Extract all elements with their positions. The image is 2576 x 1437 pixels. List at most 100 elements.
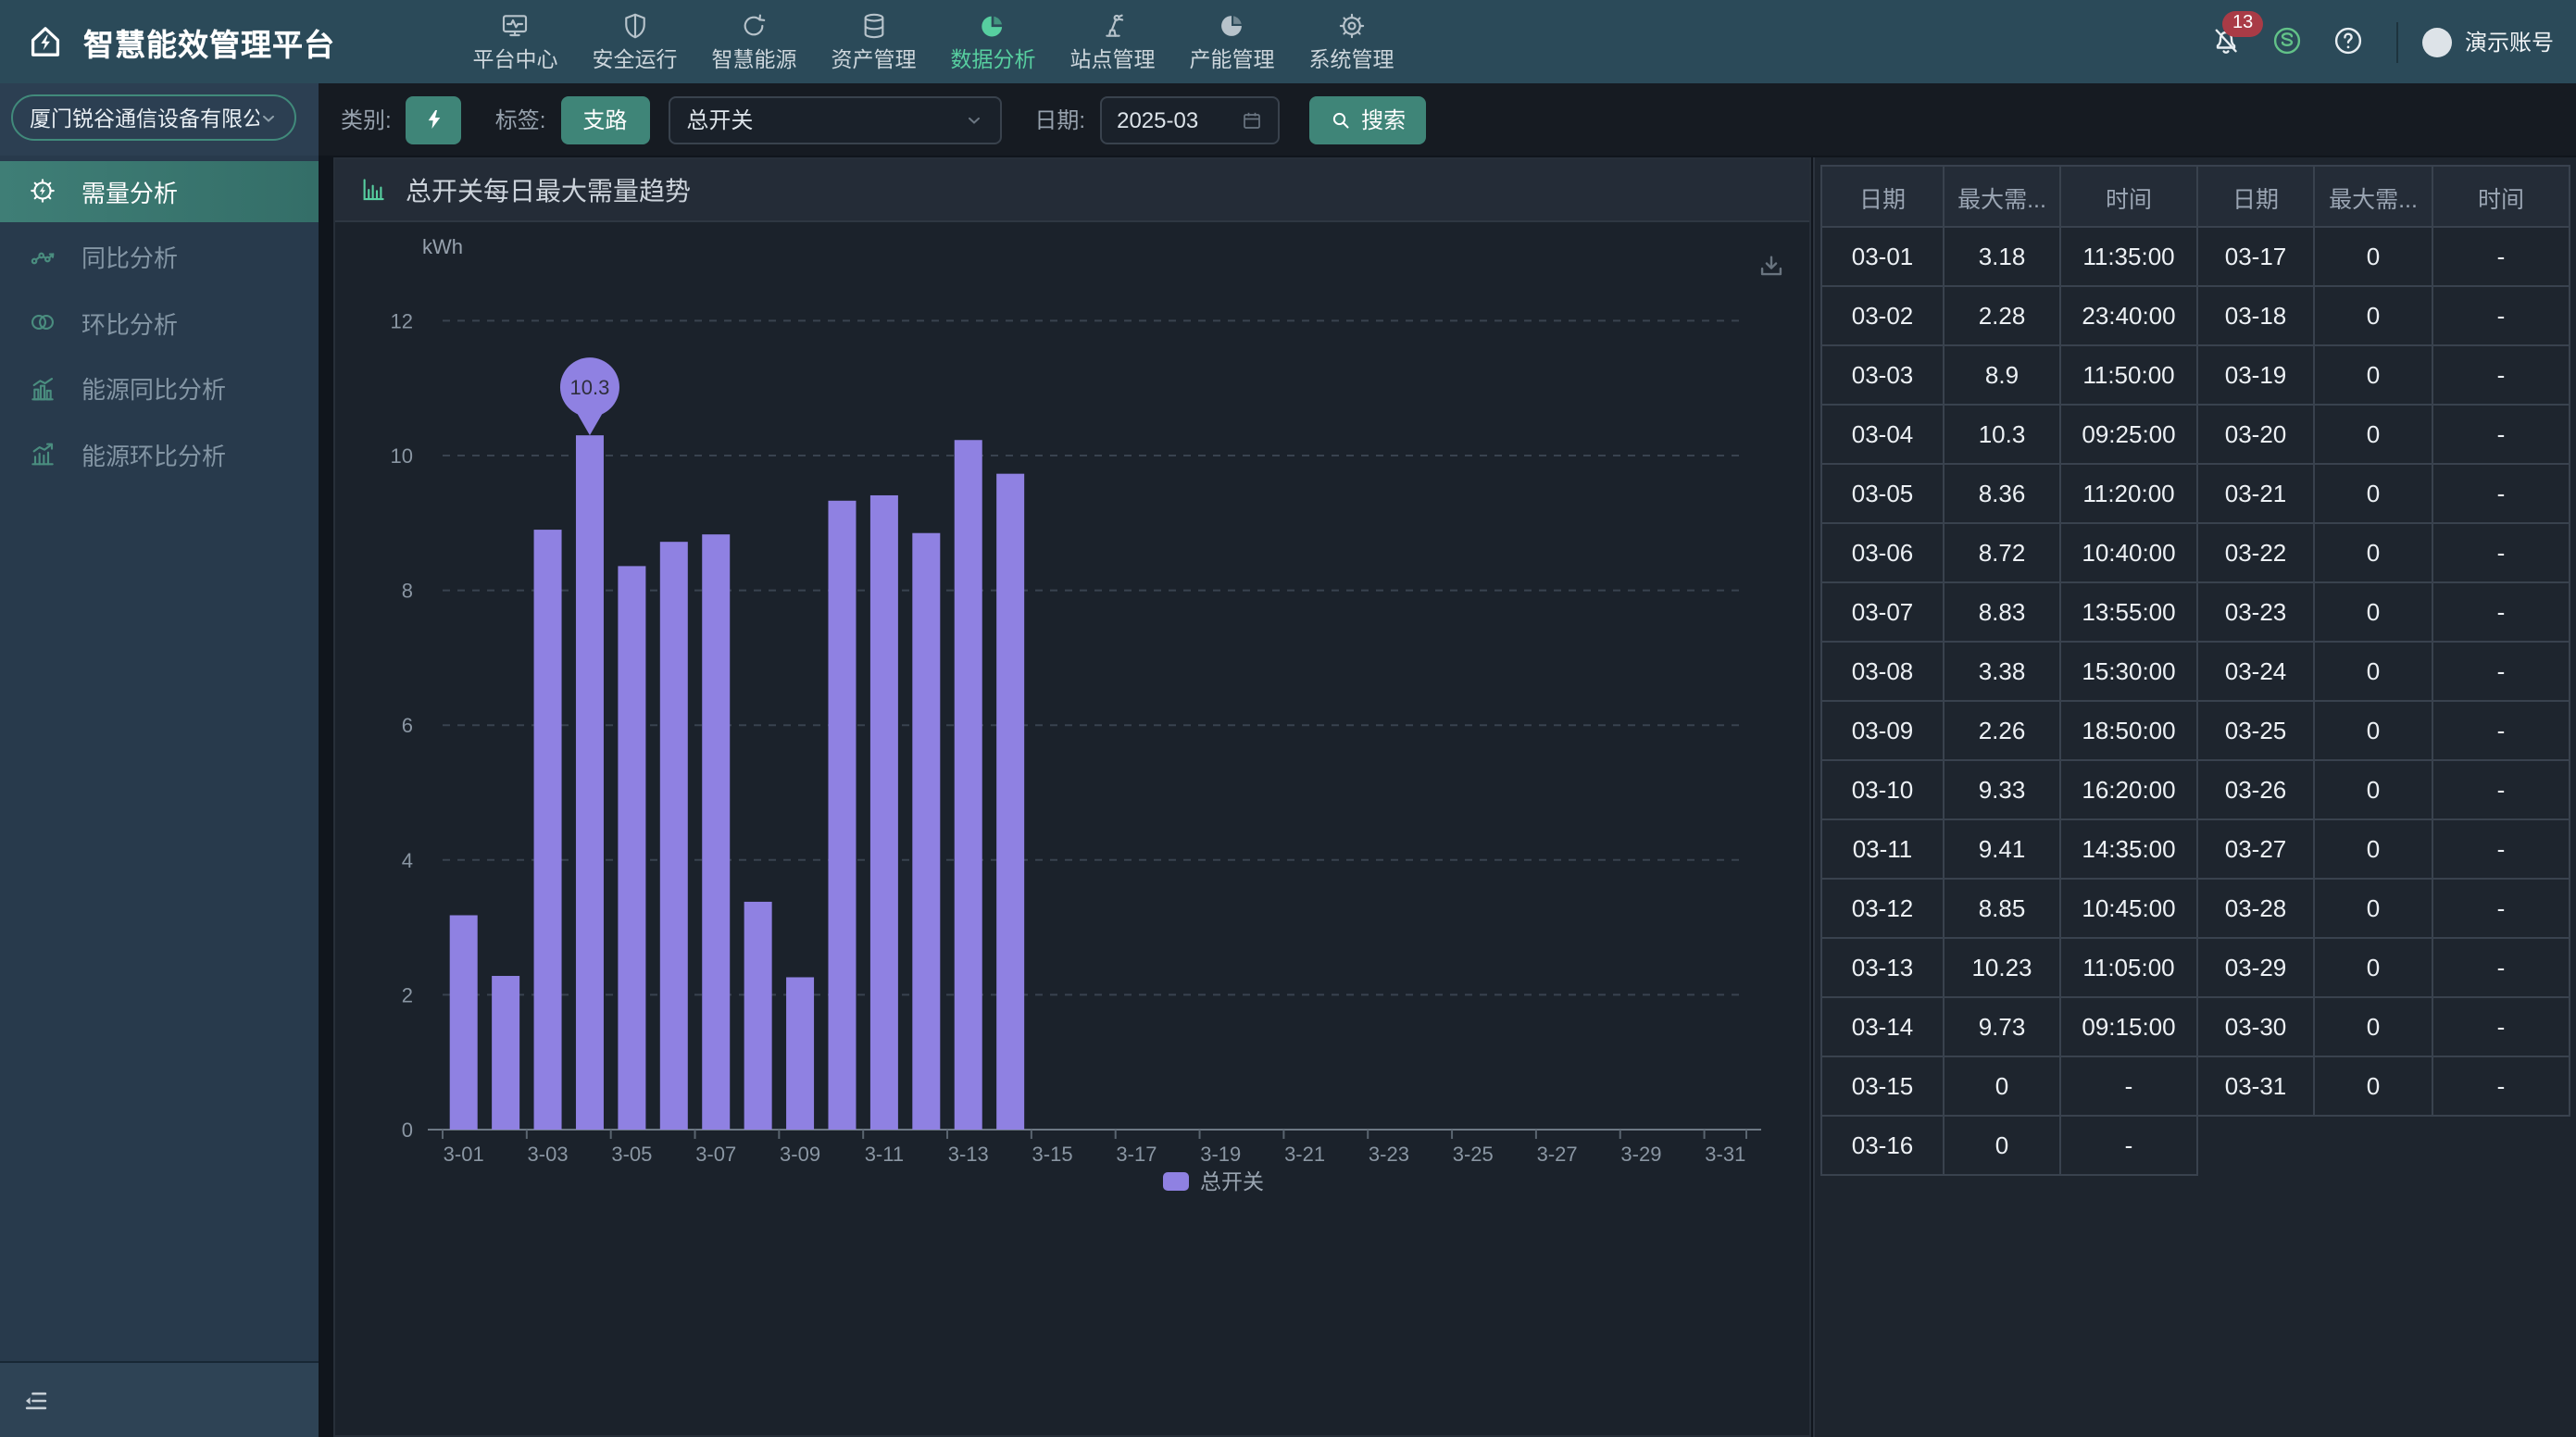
table-row: 03-119.4114:35:0003-270- [1821, 819, 2570, 879]
table-cell: 03-05 [1821, 464, 1944, 523]
nav-item-pie[interactable]: 数据分析 [933, 0, 1053, 83]
bar[interactable] [660, 542, 688, 1130]
date-input[interactable]: 2025-03 [1100, 95, 1280, 144]
table-cell: 03-02 [1821, 286, 1944, 345]
account-name[interactable]: 演示账号 [2465, 26, 2554, 57]
nav-item-recycle[interactable]: 智慧能源 [694, 0, 814, 83]
bar[interactable] [618, 566, 645, 1130]
sidebar-item-label: 环比分析 [81, 305, 178, 340]
tag-branch-button[interactable]: 支路 [560, 95, 649, 144]
table-cell: 0 [1944, 1056, 2060, 1116]
legend[interactable]: 总开关 [1163, 1169, 1264, 1193]
y-tick-label: 12 [391, 309, 413, 332]
sidebar-item-yoy[interactable]: 同比分析 [0, 226, 319, 287]
table-cell [2197, 1116, 2314, 1175]
nav-item-database[interactable]: 资产管理 [814, 0, 933, 83]
sidebar-footer [0, 1361, 319, 1437]
sidebar-item-energy-mom[interactable]: 能源环比分析 [0, 423, 319, 484]
y-tick-label: 6 [402, 714, 413, 737]
sidebar-item-mom[interactable]: 环比分析 [0, 292, 319, 353]
table-cell: 15:30:00 [2060, 642, 2197, 701]
demand-table: 日期最大需...时间日期最大需...时间 03-013.1811:35:0003… [1820, 165, 2570, 1176]
table-cell: - [2432, 345, 2570, 405]
table-cell: 16:20:00 [2060, 760, 2197, 819]
top-nav: 智慧能效管理平台 平台中心安全运行智慧能源资产管理数据分析站点管理产能管理系统管… [0, 0, 2576, 83]
status-gauge-button[interactable] [2270, 23, 2307, 60]
sidebar-item-label: 需量分析 [81, 173, 178, 208]
company-select[interactable]: 厦门锐谷通信设备有限公司 [11, 94, 296, 141]
table-row: 03-013.1811:35:0003-170- [1821, 227, 2570, 286]
x-tick-label: 3-03 [528, 1143, 569, 1166]
table-row: 03-078.8313:55:0003-230- [1821, 582, 2570, 642]
x-tick-label: 3-31 [1705, 1143, 1745, 1166]
bar-chart-svg: kWh0246810123-013-033-053-073-093-113-13… [335, 220, 1809, 1257]
bar[interactable] [870, 495, 898, 1130]
nav-item-robot-arm[interactable]: 站点管理 [1053, 0, 1172, 83]
table-cell: 0 [2314, 760, 2432, 819]
table-cell: 11:35:00 [2060, 227, 2197, 286]
table-cell: 11:50:00 [2060, 345, 2197, 405]
table-cell: 10:40:00 [2060, 523, 2197, 582]
shield-icon [620, 10, 650, 40]
device-select[interactable]: 总开关 [668, 95, 1001, 144]
bar[interactable] [534, 530, 562, 1130]
nav-item-shield[interactable]: 安全运行 [575, 0, 694, 83]
nav-right: 13 演示账号 [2185, 0, 2576, 83]
table-cell: 13:55:00 [2060, 582, 2197, 642]
table-cell: 03-08 [1821, 642, 1944, 701]
table-cell: 03-31 [2197, 1056, 2314, 1116]
x-tick-label: 3-05 [611, 1143, 652, 1166]
table-cell: 03-21 [2197, 464, 2314, 523]
table-cell: 03-12 [1821, 879, 1944, 938]
avatar[interactable] [2422, 27, 2452, 56]
tooltip-balloon: 10.3 [560, 357, 619, 435]
bar[interactable] [955, 440, 982, 1130]
search-button[interactable]: 搜索 [1309, 95, 1426, 144]
x-tick-label: 3-21 [1284, 1143, 1325, 1166]
nav-item-doughnut[interactable]: 产能管理 [1172, 0, 1292, 83]
help-button[interactable] [2332, 23, 2369, 60]
bar[interactable] [744, 902, 772, 1130]
table-cell: 0 [2314, 464, 2432, 523]
bar-chart-icon [359, 176, 387, 204]
table-cell: 03-15 [1821, 1056, 1944, 1116]
legend-label: 总开关 [1200, 1169, 1264, 1193]
table-row: 03-038.911:50:0003-190- [1821, 345, 2570, 405]
nav-item-label: 平台中心 [473, 44, 558, 73]
bar-chart[interactable]: kWh0246810123-013-033-053-073-093-113-13… [335, 220, 1809, 1257]
table-cell: 0 [2314, 938, 2432, 997]
search-label: 搜索 [1361, 104, 1406, 135]
table-cell: - [2432, 760, 2570, 819]
y-tick-label: 10 [391, 444, 413, 468]
bar[interactable] [828, 501, 856, 1130]
nav-item-platform[interactable]: 平台中心 [456, 0, 575, 83]
table-cell: 9.73 [1944, 997, 2060, 1056]
table-cell: 09:25:00 [2060, 405, 2197, 464]
nav-item-gear[interactable]: 系统管理 [1292, 0, 1411, 83]
bar[interactable] [576, 435, 604, 1130]
table-cell: 03-30 [2197, 997, 2314, 1056]
sidebar-item-demand[interactable]: 需量分析 [0, 160, 319, 221]
table-cell: 03-03 [1821, 345, 1944, 405]
bar[interactable] [996, 474, 1024, 1130]
bar[interactable] [702, 534, 730, 1130]
table-cell: 18:50:00 [2060, 701, 2197, 760]
table-cell: 0 [2314, 879, 2432, 938]
table-cell: 03-23 [2197, 582, 2314, 642]
table-cell: 14:35:00 [2060, 819, 2197, 879]
bar[interactable] [786, 977, 814, 1130]
chart-panel-header: 总开关每日最大需量趋势 [335, 159, 1809, 222]
category-electric-button[interactable] [406, 95, 462, 144]
bar[interactable] [450, 915, 478, 1130]
table-cell: 0 [1944, 1116, 2060, 1175]
nav-item-label: 安全运行 [593, 44, 678, 73]
table-header-cell: 时间 [2060, 166, 2197, 227]
table-cell: 03-17 [2197, 227, 2314, 286]
y-axis-unit: kWh [422, 235, 463, 258]
bar[interactable] [492, 976, 519, 1130]
bar[interactable] [912, 533, 940, 1130]
notifications-button[interactable]: 13 [2209, 23, 2246, 60]
y-tick-label: 4 [402, 849, 413, 872]
collapse-sidebar-button[interactable] [20, 1384, 52, 1416]
sidebar-item-energy-yoy[interactable]: 能源同比分析 [0, 357, 319, 419]
